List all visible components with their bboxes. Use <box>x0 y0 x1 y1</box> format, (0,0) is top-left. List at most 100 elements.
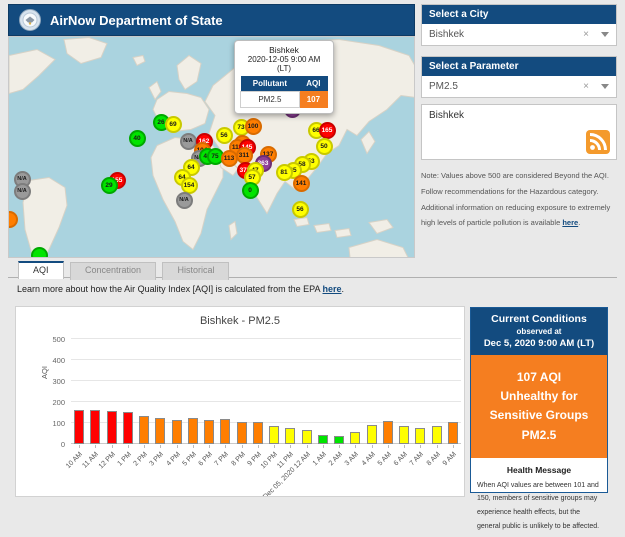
chart-gridline <box>71 401 461 402</box>
current-aqi-category: Unhealthy for Sensitive Groups <box>476 387 602 425</box>
health-message-title: Health Message <box>477 465 601 475</box>
city-select[interactable]: Bishkek × <box>422 24 616 45</box>
select-city-panel: Select a City Bishkek × <box>421 4 617 46</box>
chart-bar-column <box>104 411 120 444</box>
chart-bar <box>107 411 117 444</box>
chart-x-tick-mark <box>242 445 243 448</box>
chart-x-tick-mark <box>339 445 340 448</box>
chart-y-tick: 300 <box>25 377 65 386</box>
popup-aqi-value: 107 <box>299 92 327 108</box>
chart-bar-column <box>396 426 412 444</box>
map-marker[interactable]: 50 <box>316 138 333 155</box>
chart-x-tick-mark <box>355 445 356 448</box>
current-aqi-block: 107 AQI Unhealthy for Sensitive Groups P… <box>471 355 607 458</box>
learn-more-prefix: Learn more about how the Air Quality Ind… <box>17 284 323 294</box>
chart-bar <box>237 422 247 444</box>
chart-bar-column <box>331 436 347 444</box>
tab-strip: AQI Concentration Historical <box>8 260 617 278</box>
map-marker[interactable]: 56 <box>292 201 309 218</box>
chart-bar <box>399 426 409 444</box>
select-parameter-panel: Select a Parameter PM2.5 × <box>421 56 617 98</box>
map-marker[interactable]: 141 <box>293 175 310 192</box>
app-header: AirNow Department of State <box>8 4 415 36</box>
feed-city-label: Bishkek <box>429 110 464 121</box>
chart-bar <box>350 432 360 444</box>
popup-col-aqi: AQI <box>299 76 327 92</box>
tab-concentration[interactable]: Concentration <box>70 262 156 280</box>
chart-x-tick-mark <box>274 445 275 448</box>
note-text: Note: Values above 500 are considered Be… <box>421 171 610 227</box>
learn-more-here-link[interactable]: here <box>323 284 342 294</box>
chart-x-tick-mark <box>437 445 438 448</box>
chart-x-tick-mark <box>177 445 178 448</box>
city-chevron-down-icon[interactable] <box>601 32 609 37</box>
chart-x-tick-mark <box>404 445 405 448</box>
chart-x-tick-mark <box>209 445 210 448</box>
chart-bar <box>172 420 182 444</box>
chart-bar <box>155 418 165 444</box>
chart-bar <box>334 436 344 444</box>
map-marker[interactable]: 154 <box>181 177 198 194</box>
chart-bar <box>220 419 230 444</box>
chart-bar <box>204 420 214 444</box>
chart-x-tick-mark <box>128 445 129 448</box>
tab-aqi[interactable]: AQI <box>18 261 64 279</box>
map-marker[interactable] <box>31 247 48 259</box>
map-marker[interactable]: 40 <box>129 130 146 147</box>
chart-x-tick-mark <box>79 445 80 448</box>
chart-gridline <box>71 338 461 339</box>
chart-bar-column <box>380 421 396 444</box>
observed-datetime: Dec 5, 2020 9:00 AM (LT) <box>474 338 604 349</box>
chart-bar-column <box>120 412 136 444</box>
chart-x-tick-mark <box>290 445 291 448</box>
chart-bar-column <box>315 435 331 444</box>
chart-bar <box>302 430 312 444</box>
map-marker[interactable]: N/A <box>14 183 31 200</box>
map-marker[interactable]: 69 <box>165 116 182 133</box>
chart-bar <box>74 410 84 444</box>
map-marker[interactable]: 113 <box>221 150 238 167</box>
chart-gridline <box>71 359 461 360</box>
chart-bar-column <box>250 422 266 444</box>
chart-bar-column <box>169 420 185 444</box>
chart-x-tick-mark <box>307 445 308 448</box>
chart-bar <box>269 426 279 444</box>
chart-bar-column <box>71 410 87 444</box>
chart-bar <box>139 416 149 444</box>
chart-x-tick-mark <box>372 445 373 448</box>
chart-title: Bishkek - PM2.5 <box>16 315 464 327</box>
chart-bar <box>448 422 458 444</box>
map-marker[interactable]: 100 <box>245 118 262 135</box>
world-aqi-map[interactable]: N/AN/A15529266940N/A162104N/A46756464154… <box>8 36 415 258</box>
select-parameter-title: Select a Parameter <box>422 57 616 76</box>
note-suffix: . <box>578 218 580 227</box>
parameter-chevron-down-icon[interactable] <box>601 84 609 89</box>
learn-more-text: Learn more about how the Air Quality Ind… <box>17 284 344 294</box>
chart-bar-column <box>347 432 363 444</box>
note-here-link[interactable]: here <box>562 218 578 227</box>
parameter-select-value: PM2.5 <box>429 81 583 92</box>
chart-bar-column <box>412 428 428 444</box>
map-marker[interactable]: 165 <box>319 122 336 139</box>
rss-icon[interactable] <box>586 130 610 154</box>
tab-historical[interactable]: Historical <box>162 262 229 280</box>
popup-col-pollutant: Pollutant <box>241 76 300 92</box>
map-marker[interactable]: 81 <box>276 164 293 181</box>
current-aqi-pollutant: PM2.5 <box>476 426 602 445</box>
chart-x-tick-mark <box>95 445 96 448</box>
chart-x-tick-mark <box>160 445 161 448</box>
chart-bar <box>432 426 442 444</box>
chart-y-tick: 0 <box>25 440 65 449</box>
map-marker[interactable]: 56 <box>216 127 233 144</box>
map-marker[interactable]: 29 <box>101 177 118 194</box>
parameter-select[interactable]: PM2.5 × <box>422 76 616 97</box>
chart-x-tick-mark <box>420 445 421 448</box>
chart-x-tick-mark <box>193 445 194 448</box>
map-marker[interactable]: 311 <box>236 147 253 164</box>
map-marker[interactable]: 0 <box>242 182 259 199</box>
parameter-clear-icon[interactable]: × <box>583 81 589 92</box>
chart-y-tick: 200 <box>25 398 65 407</box>
chart-bar-column <box>185 418 201 444</box>
map-marker[interactable]: N/A <box>176 192 193 209</box>
city-clear-icon[interactable]: × <box>583 29 589 40</box>
